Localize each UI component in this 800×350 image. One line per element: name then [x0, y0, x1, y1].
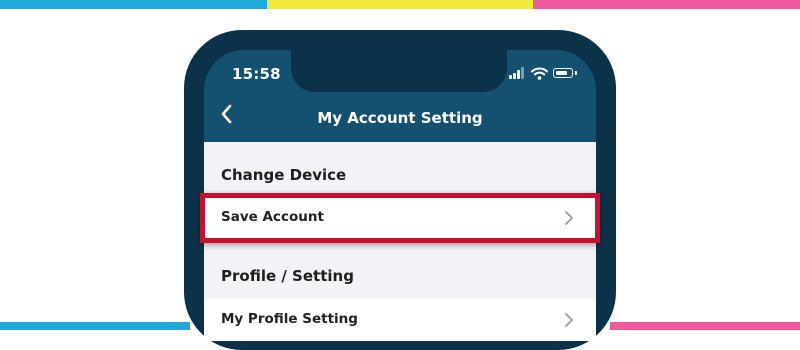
section-header-profile-setting: Profile / Setting — [221, 267, 354, 285]
battery-icon — [553, 68, 573, 78]
status-time: 15:58 — [232, 65, 281, 83]
my-profile-setting-row[interactable]: My Profile Setting — [204, 299, 596, 341]
stripe-pink-top — [533, 0, 800, 9]
highlight-frame — [200, 193, 600, 243]
chevron-right-icon — [565, 313, 573, 327]
my-profile-setting-label: My Profile Setting — [221, 311, 358, 327]
stripe-blue-top — [0, 0, 267, 9]
stripe-yellow-top — [267, 0, 533, 9]
stripe-pink-bottom — [610, 322, 800, 330]
battery-tip — [575, 71, 577, 75]
section-header-change-device: Change Device — [221, 166, 347, 184]
status-icons — [509, 67, 581, 81]
phone-notch — [291, 50, 507, 92]
wifi-icon — [531, 67, 548, 80]
page-title: My Account Setting — [317, 109, 483, 127]
stripe-blue-bottom — [0, 322, 190, 330]
